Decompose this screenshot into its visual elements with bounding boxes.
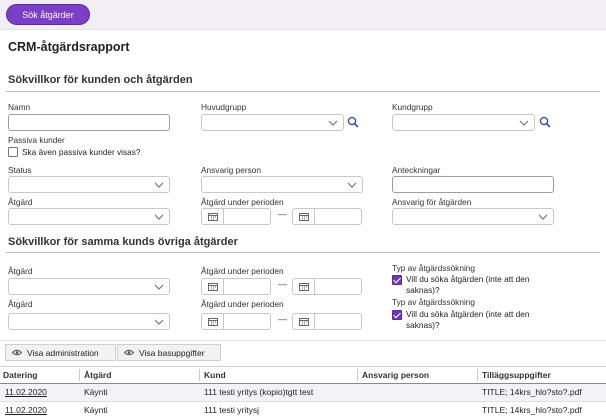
show-administration-label: Visa administration: [27, 347, 99, 358]
customer-group-select[interactable]: [392, 114, 535, 131]
responsible-person-select[interactable]: [201, 176, 363, 193]
table-cell-date[interactable]: 11.02.2020: [5, 402, 47, 418]
chevron-down-icon: [154, 284, 164, 290]
calendar-icon[interactable]: [202, 279, 224, 294]
divider: [0, 340, 606, 341]
other-action-select[interactable]: [8, 313, 170, 330]
other-period-start-date[interactable]: [201, 278, 271, 295]
show-basic-info-label: Visa basuppgifter: [139, 347, 205, 358]
passive-customers-label: Passiva kunder: [8, 135, 65, 145]
table-cell-additional-info: TITLE; 14krs_hlo?sto?.pdf: [482, 387, 582, 397]
search-type-label: Typ av åtgärdssökning: [392, 263, 476, 273]
chevron-down-icon: [154, 214, 164, 220]
toolbar: Sök åtgärder: [0, 0, 606, 30]
responsible-person-label: Ansvarig person: [201, 165, 261, 175]
eye-icon: [124, 349, 134, 356]
name-label: Namn: [8, 102, 31, 112]
action-responsible-label: Ansvarig för åtgärden: [392, 197, 472, 207]
action-select[interactable]: [8, 208, 170, 225]
other-action-label: Åtgärd: [8, 299, 33, 309]
other-period-start-date[interactable]: [201, 313, 271, 330]
column-separator: [79, 369, 80, 381]
search-type-checkbox-label-2: saknas)?: [406, 320, 440, 330]
calendar-icon[interactable]: [293, 209, 315, 224]
date-link[interactable]: 11.02.2020: [5, 405, 47, 415]
section-other-actions-title: Sökvillkor för samma kunds övriga åtgärd…: [8, 236, 238, 248]
column-header-customer[interactable]: Kund: [204, 367, 226, 383]
notes-input[interactable]: [392, 176, 554, 193]
search-type-checkbox-label: Vill du söka åtgärden (inte att den: [406, 309, 530, 319]
page-title: CRM-åtgärdsrapport: [8, 40, 130, 54]
eye-icon: [12, 349, 22, 356]
chevron-down-icon: [347, 182, 357, 188]
chevron-down-icon: [154, 319, 164, 325]
action-period-label: Åtgärd under perioden: [201, 197, 284, 207]
search-type-checkbox[interactable]: [392, 275, 402, 285]
search-type-label: Typ av åtgärdssökning: [392, 297, 476, 307]
other-action-label: Åtgärd: [8, 266, 33, 276]
calendar-icon[interactable]: [293, 279, 315, 294]
table-cell-additional-info: TITLE; 14krs_hlo?sto?.pdf: [482, 405, 582, 415]
action-responsible-select[interactable]: [392, 208, 554, 225]
period-start-date[interactable]: [201, 208, 271, 225]
chevron-down-icon: [328, 120, 338, 126]
table-cell-customer: 111 testi yritysj: [204, 405, 259, 415]
search-type-checkbox[interactable]: [392, 310, 402, 320]
period-end-date[interactable]: [292, 208, 362, 225]
calendar-icon[interactable]: [202, 314, 224, 329]
date-range-separator: —: [278, 279, 287, 289]
table-cell-action: Käynti: [84, 387, 108, 397]
search-icon[interactable]: [347, 116, 359, 128]
table-cell-customer: 111 testi yritys (kopio)tgtt test: [204, 387, 314, 397]
column-separator: [477, 369, 478, 381]
other-period-end-date[interactable]: [292, 278, 362, 295]
date-range-separator: —: [278, 314, 287, 324]
column-header-additional-info[interactable]: Tilläggsuppgifter: [482, 367, 551, 383]
column-separator: [199, 369, 200, 381]
show-administration-button[interactable]: Visa administration: [5, 344, 116, 361]
section-customer-criteria-title: Sökvillkor för kunden och åtgärden: [8, 74, 193, 86]
column-header-responsible[interactable]: Ansvarig person: [362, 367, 429, 383]
other-action-period-label: Åtgärd under perioden: [201, 266, 284, 276]
search-actions-button[interactable]: Sök åtgärder: [6, 4, 90, 25]
customer-group-label: Kundgrupp: [392, 102, 433, 112]
divider: [6, 252, 600, 253]
divider: [6, 91, 600, 92]
search-icon[interactable]: [539, 116, 551, 128]
passive-customers-checkbox-label: Ska även passiva kunder visas?: [22, 147, 141, 157]
chevron-down-icon: [538, 214, 548, 220]
status-label: Status: [8, 165, 32, 175]
column-separator: [357, 369, 358, 381]
column-header-action[interactable]: Åtgärd: [84, 367, 111, 383]
show-basic-info-button[interactable]: Visa basuppgifter: [117, 344, 221, 361]
calendar-icon[interactable]: [202, 209, 224, 224]
other-period-end-date[interactable]: [292, 313, 362, 330]
other-action-select[interactable]: [8, 278, 170, 295]
name-input[interactable]: [8, 114, 170, 131]
action-label: Åtgärd: [8, 197, 33, 207]
other-action-period-label: Åtgärd under perioden: [201, 299, 284, 309]
notes-label: Anteckningar: [392, 165, 441, 175]
status-select[interactable]: [8, 176, 170, 193]
chevron-down-icon: [519, 120, 529, 126]
passive-customers-checkbox[interactable]: [8, 147, 18, 157]
date-range-separator: —: [278, 209, 287, 219]
table-cell-action: Käynti: [84, 405, 108, 415]
search-type-checkbox-label-2: saknas)?: [406, 285, 440, 295]
column-header-date[interactable]: Datering: [3, 367, 37, 383]
main-group-select[interactable]: [201, 114, 344, 131]
search-type-checkbox-label: Vill du söka åtgärden (inte att den: [406, 274, 530, 284]
main-group-label: Huvudgrupp: [201, 102, 247, 112]
date-link[interactable]: 11.02.2020: [5, 387, 47, 397]
chevron-down-icon: [154, 182, 164, 188]
table-cell-date[interactable]: 11.02.2020: [5, 384, 47, 400]
calendar-icon[interactable]: [293, 314, 315, 329]
